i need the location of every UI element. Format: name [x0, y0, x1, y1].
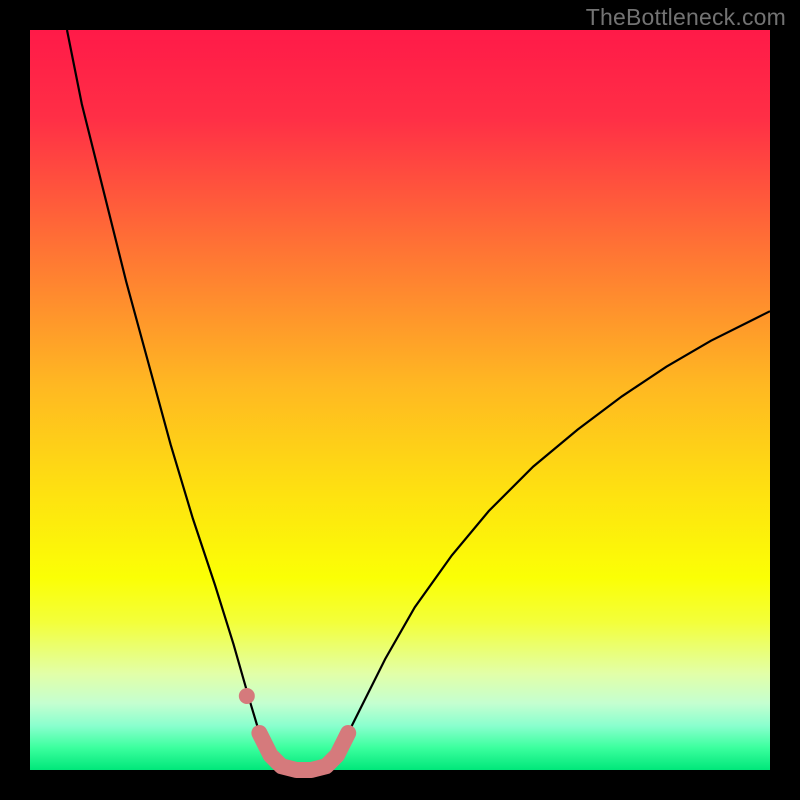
- watermark-text: TheBottleneck.com: [586, 4, 786, 31]
- chart-svg: [30, 30, 770, 770]
- highlight-dot: [239, 688, 255, 704]
- highlight-band: [259, 733, 348, 770]
- outer-frame: TheBottleneck.com: [0, 0, 800, 800]
- bottleneck-curve: [67, 30, 770, 770]
- plot-area: [30, 30, 770, 770]
